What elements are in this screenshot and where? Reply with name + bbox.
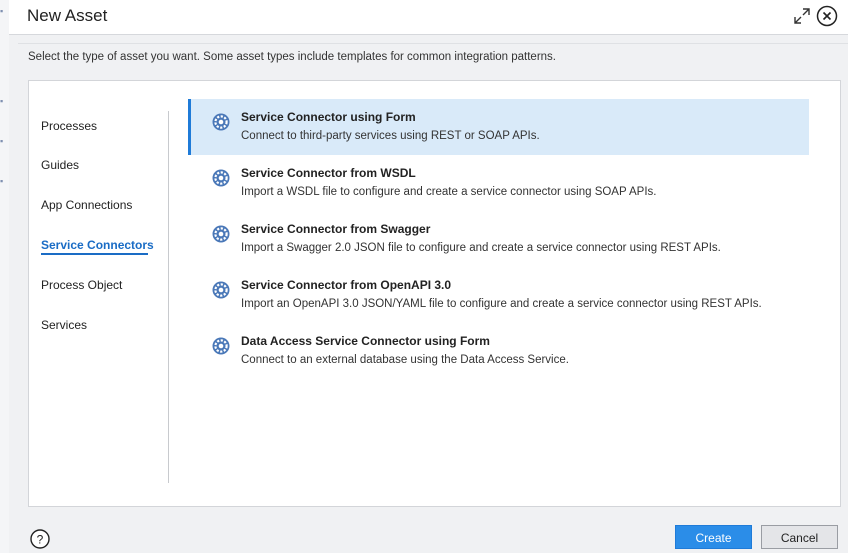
option-service-connector-swagger[interactable]: Service Connector from Swagger Import a … — [188, 211, 809, 267]
cancel-button[interactable]: Cancel — [761, 525, 838, 549]
dialog-header: New Asset — [9, 0, 848, 35]
new-asset-dialog: New Asset Select the type of asset you w… — [9, 0, 848, 553]
create-button[interactable]: Create — [675, 525, 752, 549]
active-item-underline — [41, 253, 148, 255]
option-data-access-service-connector[interactable]: Data Access Service Connector using Form… — [188, 323, 809, 379]
option-description: Import an OpenAPI 3.0 JSON/YAML file to … — [241, 298, 762, 310]
sidebar-item-app-connections[interactable]: App Connections — [41, 198, 132, 212]
option-description: Connect to an external database using th… — [241, 354, 569, 366]
sidebar-item-services[interactable]: Services — [41, 318, 87, 332]
sidebar-item-processes[interactable]: Processes — [41, 119, 97, 133]
background-fragment: ▪ — [0, 176, 4, 186]
option-service-connector-form[interactable]: Service Connector using Form Connect to … — [188, 99, 809, 155]
option-service-connector-openapi[interactable]: Service Connector from OpenAPI 3.0 Impor… — [188, 267, 809, 323]
option-title: Data Access Service Connector using Form — [241, 334, 490, 348]
dialog-title: New Asset — [27, 6, 108, 25]
sidebar-divider — [168, 111, 169, 483]
sidebar-item-guides[interactable]: Guides — [41, 158, 79, 172]
option-title: Service Connector from Swagger — [241, 222, 431, 236]
background-fragment: ▪ — [0, 6, 4, 16]
option-title: Service Connector from WSDL — [241, 166, 416, 180]
option-description: Import a Swagger 2.0 JSON file to config… — [241, 242, 721, 254]
sidebar-item-service-connectors[interactable]: Service Connectors — [41, 238, 154, 252]
header-divider — [18, 43, 848, 44]
help-icon-glyph: ? — [37, 533, 44, 547]
background-fragment: ▪ — [0, 96, 4, 106]
sidebar-item-process-object[interactable]: Process Object — [41, 278, 122, 292]
gear-icon — [212, 169, 230, 187]
background-fragment: ▪ — [0, 136, 4, 146]
option-description: Import a WSDL file to configure and crea… — [241, 186, 657, 198]
gear-icon — [212, 281, 230, 299]
gear-icon — [212, 225, 230, 243]
help-icon[interactable]: ? — [30, 529, 50, 549]
option-title: Service Connector using Form — [241, 110, 416, 124]
option-description: Connect to third-party services using RE… — [241, 130, 540, 142]
option-title: Service Connector from OpenAPI 3.0 — [241, 278, 452, 292]
expand-icon[interactable] — [792, 6, 812, 26]
close-icon[interactable] — [816, 5, 838, 27]
asset-category-sidebar: Processes Guides App Connections Service… — [29, 81, 169, 506]
asset-selection-panel: Processes Guides App Connections Service… — [28, 80, 841, 507]
gear-icon — [212, 337, 230, 355]
dialog-instructions: Select the type of asset you want. Some … — [28, 51, 557, 63]
option-service-connector-wsdl[interactable]: Service Connector from WSDL Import a WSD… — [188, 155, 809, 211]
gear-icon — [212, 113, 230, 131]
